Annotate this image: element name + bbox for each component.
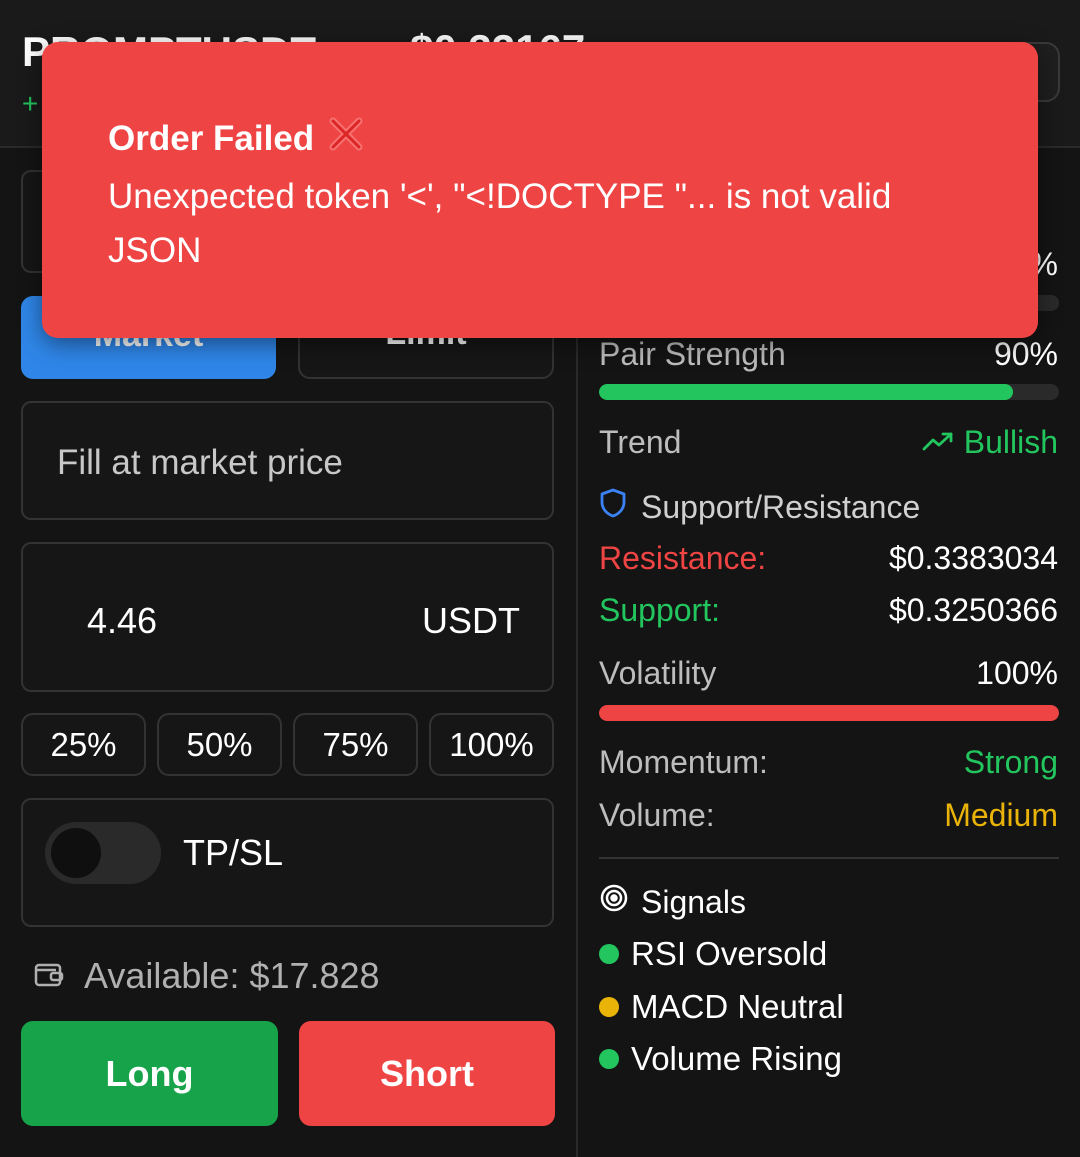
momentum-label: Momentum: [599, 744, 768, 780]
pair-strength-value: 90% [993, 336, 1058, 372]
momentum-value: Strong [963, 744, 1058, 780]
resistance-label: Resistance: [599, 540, 767, 576]
tpsl-toggle[interactable] [45, 822, 161, 884]
short-button[interactable]: Short [299, 1021, 555, 1126]
percent-100-button[interactable]: 100% [429, 713, 554, 776]
available-text: Available: $17.828 [84, 955, 380, 996]
volatility-label: Volatility [599, 655, 717, 691]
sr-title: Support/Resistance [641, 488, 921, 525]
percent-75-button[interactable]: 75% [293, 713, 418, 776]
wallet-icon [34, 955, 64, 997]
resistance-value: $0.3383034 [888, 540, 1058, 576]
signal-item: MACD Neutral [599, 988, 844, 1026]
toast-message: Unexpected token '<', "<!DOCTYPE "... is… [108, 177, 892, 270]
amount-input[interactable]: 4.46 USDT [21, 542, 554, 692]
signals-heading: Signals [599, 883, 746, 921]
amount-value: 4.46 [87, 600, 158, 641]
price-field[interactable]: Fill at market price [21, 401, 554, 520]
volume-value: Medium [944, 797, 1058, 833]
pair-strength-fill [599, 384, 1013, 400]
volatility-bar [599, 705, 1059, 721]
signal-item: Volume Rising [599, 1040, 842, 1078]
cross-mark-icon [326, 114, 366, 163]
trending-up-icon [922, 424, 954, 461]
volatility-value: 100% [976, 655, 1058, 691]
trend-value: Bullish [963, 424, 1058, 460]
tpsl-label: TP/SL [183, 832, 284, 873]
section-divider [599, 857, 1059, 859]
toggle-knob [51, 828, 101, 878]
percent-25-button[interactable]: 25% [21, 713, 146, 776]
trend-indicator: Bullish [922, 424, 1058, 461]
signal-status-dot [599, 997, 619, 1017]
signal-item: RSI Oversold [599, 935, 827, 973]
toast-title: Order Failed [108, 118, 315, 158]
trend-label: Trend [599, 424, 682, 460]
signal-label: MACD Neutral [631, 988, 844, 1025]
support-value: $0.3250366 [888, 592, 1058, 628]
pair-strength-label: Pair Strength [599, 336, 786, 372]
available-balance: Available: $17.828 [34, 955, 380, 997]
amount-currency: USDT [422, 600, 520, 641]
price-change: + [22, 88, 39, 119]
sr-heading: Support/Resistance [599, 487, 920, 527]
pair-strength-bar [599, 384, 1059, 400]
percent-50-button[interactable]: 50% [157, 713, 282, 776]
volume-label: Volume: [599, 797, 715, 833]
error-toast[interactable]: Order Failed Unexpected token '<', "<!DO… [42, 42, 1038, 338]
signals-title: Signals [641, 883, 746, 920]
signal-label: RSI Oversold [631, 935, 828, 972]
signal-status-dot [599, 944, 619, 964]
toast-title-row: Order Failed [108, 114, 366, 163]
support-label: Support: [599, 592, 720, 628]
signal-status-dot [599, 1049, 619, 1069]
volatility-fill [599, 705, 1059, 721]
price-field-text: Fill at market price [57, 443, 343, 482]
shield-icon [599, 487, 627, 527]
target-icon [599, 883, 629, 921]
tpsl-panel: TP/SL [21, 798, 554, 927]
signal-label: Volume Rising [631, 1040, 842, 1077]
long-button[interactable]: Long [21, 1021, 278, 1126]
